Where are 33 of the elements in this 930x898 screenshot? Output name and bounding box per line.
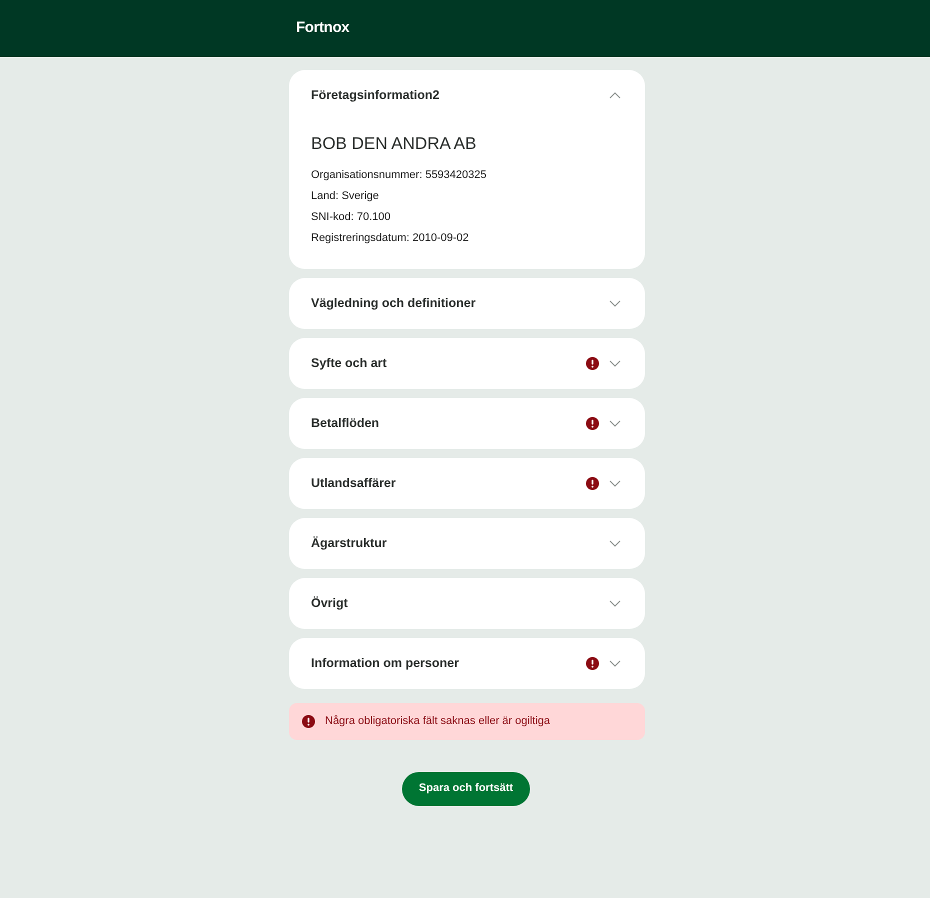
section-header[interactable]: Information om personer [289,638,645,688]
alert-message: Några obligatoriska fält saknas eller är ogiltiga [325,714,550,729]
company-detail: Land: Sverige [311,188,380,204]
section-header[interactable]: Vägledning och definitioner [289,278,645,328]
section-title: Information om personer [311,654,460,672]
section-header[interactable]: Utlandsaffärer [289,458,645,508]
chevron-down-icon[interactable] [609,300,621,306]
section-header[interactable]: Företagsinformation2 [289,70,645,121]
chevron-down-icon[interactable] [609,600,621,606]
chevron-down-icon[interactable] [609,480,621,486]
company-detail: SNI-kod: 70.100 [311,210,392,224]
section-header[interactable]: Övrigt [289,578,645,628]
chevron-up-icon[interactable] [609,92,621,99]
section-header[interactable]: Syfte och art [289,338,645,388]
chevron-down-icon[interactable] [609,540,621,546]
company-name: BOB DEN ANDRA AB [311,133,478,155]
section-title: Företagsinformation2 [311,87,440,104]
company-detail: Organisationsnummer: 5593420325 [311,168,488,182]
section-title: Utlandsaffärer [311,474,397,492]
save-continue-button[interactable]: Spara och fortsätt [402,772,530,806]
section-title: Ägarstruktur [311,534,388,552]
section-header[interactable]: Betalflöden [289,398,645,448]
logo[interactable]: Fortnox [296,17,350,40]
section-title: Syfte och art [311,354,388,372]
error-icon [302,714,315,728]
chevron-down-icon[interactable] [609,420,621,426]
section-header[interactable]: Ägarstruktur [289,518,645,568]
section-title: Vägledning och definitioner [311,294,477,312]
section-title: Betalflöden [311,414,380,432]
chevron-down-icon[interactable] [609,360,621,366]
section-title: Övrigt [311,594,349,612]
chevron-down-icon[interactable] [609,660,621,666]
company-detail: Registreringsdatum: 2010-09-02 [311,230,470,246]
